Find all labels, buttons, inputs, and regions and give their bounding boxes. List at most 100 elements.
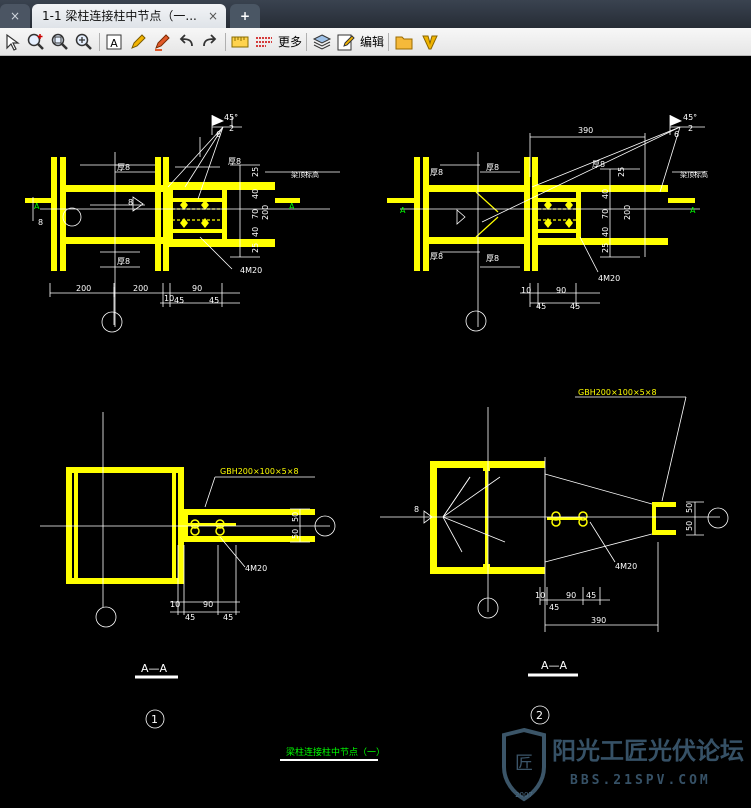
dim-label: 45 <box>209 296 219 305</box>
tab-label: 1-1 梁柱连接柱中节点（一... <box>42 9 197 23</box>
dim-label: 390 <box>591 616 606 625</box>
thickness-label: 厚8 <box>430 252 443 261</box>
detail-2: 390 45° 6 2 厚8 厚8 厚8 厚8 厚8 A A 梁顶标高 25 4… <box>387 113 708 332</box>
weld-code: 6 <box>674 130 679 139</box>
dim-label: 25 <box>617 167 626 177</box>
dim-label: 200 <box>261 205 270 220</box>
section-title: A—A <box>541 659 568 672</box>
zoom-extents-icon[interactable] <box>50 32 70 52</box>
watermark-year: 2007 <box>515 791 533 799</box>
dim-label: 90 <box>556 286 566 295</box>
vip-icon[interactable] <box>420 32 440 52</box>
plus-icon: + <box>239 9 251 23</box>
dim-label: 40 <box>251 227 260 237</box>
folder-icon[interactable] <box>394 32 414 52</box>
edit-icon[interactable] <box>336 32 356 52</box>
section-1: GBH200×100×5×8 50 50 10 90 45 45 4M20 A—… <box>40 412 336 729</box>
dim-label: 90 <box>192 284 202 293</box>
section-title: A—A <box>141 662 168 675</box>
svg-text:匠: 匠 <box>515 753 533 774</box>
sheet-title: 梁柱连接柱中节点（一） <box>286 746 385 758</box>
close-icon[interactable]: × <box>208 4 218 28</box>
tab-bar: × 1-1 梁柱连接柱中节点（一... × + <box>0 0 751 28</box>
toolbar-separator <box>306 33 307 51</box>
beam-elevation-label: 梁顶标高 <box>680 170 708 179</box>
weld-angle-label: 45° <box>683 113 697 122</box>
highlighter-icon[interactable] <box>152 32 172 52</box>
dim-label: 50 <box>685 503 694 513</box>
dim-label: 90 <box>203 600 213 609</box>
detail-1: 45° 6 2 厚8 厚8 厚8 8 8 A A 梁顶标高 25 40 70 4… <box>25 113 340 333</box>
dim-label: 200 <box>76 284 91 293</box>
dim-label: 50 <box>685 521 694 531</box>
dimension-icon[interactable] <box>254 32 274 52</box>
zoom-window-icon[interactable] <box>26 32 46 52</box>
select-icon[interactable] <box>2 32 22 52</box>
section-2: GBH200×100×5×8 8 50 50 10 90 45 45 390 4… <box>380 388 729 725</box>
weld-code: 2 <box>229 124 234 133</box>
bolt-spec-label: 4M20 <box>615 562 637 571</box>
dim-label: 45 <box>536 302 546 311</box>
watermark-name: 阳光工匠光伏论坛 <box>552 737 744 765</box>
thickness-label: 厚8 <box>486 163 499 172</box>
thickness-label: 厚8 <box>117 163 130 172</box>
tab-previous[interactable]: × <box>0 4 30 28</box>
beam-spec-label: GBH200×100×5×8 <box>578 388 657 397</box>
thickness-label: 厚8 <box>486 254 499 263</box>
weld-code: 6 <box>216 130 221 139</box>
dim-label: 50 <box>291 512 300 522</box>
dim-label: 25 <box>251 243 260 253</box>
dim-label: 25 <box>601 243 610 253</box>
thickness-label: 厚8 <box>592 160 605 169</box>
watermark-url: BBS.21SPV.COM <box>570 773 711 788</box>
tab-active-drawing[interactable]: 1-1 梁柱连接柱中节点（一... × <box>32 4 226 28</box>
beam-elevation-label: 梁顶标高 <box>291 170 319 179</box>
svg-text:A: A <box>110 37 118 50</box>
drawing-canvas[interactable]: 45° 6 2 厚8 厚8 厚8 8 8 A A 梁顶标高 25 40 70 4… <box>0 57 751 804</box>
toolbar: A 更多 编辑 <box>0 28 751 56</box>
undo-icon[interactable] <box>176 32 196 52</box>
beam-spec-label: GBH200×100×5×8 <box>220 467 299 476</box>
detail-number: 1 <box>151 713 158 726</box>
dim-label: 200 <box>623 205 632 220</box>
dim-label: 70 <box>601 209 610 219</box>
zoom-realtime-icon[interactable] <box>74 32 94 52</box>
dim-label: 45 <box>185 613 195 622</box>
new-tab-button[interactable]: + <box>230 4 260 28</box>
dim-label: 40 <box>251 189 260 199</box>
measure-icon[interactable] <box>230 32 250 52</box>
dim-label: 70 <box>251 209 260 219</box>
dim-label: 45 <box>570 302 580 311</box>
toolbar-separator <box>388 33 389 51</box>
forum-watermark: 匠 2007 阳光工匠光伏论坛 BBS.21SPV.COM <box>500 727 751 804</box>
section-mark: A <box>400 206 406 215</box>
section-mark: A <box>690 206 696 215</box>
edit-button[interactable]: 编辑 <box>360 32 384 52</box>
weld-size-label: 8 <box>414 505 419 514</box>
detail-number: 2 <box>536 709 543 722</box>
dim-label: 45 <box>586 591 596 600</box>
bolt-spec-label: 4M20 <box>245 564 267 573</box>
toolbar-separator <box>225 33 226 51</box>
dim-label: 45 <box>174 296 184 305</box>
redo-icon[interactable] <box>200 32 220 52</box>
dim-label: 40 <box>601 189 610 199</box>
toolbar-separator <box>99 33 100 51</box>
thickness-label: 厚8 <box>228 157 241 166</box>
section-mark: A <box>34 202 40 211</box>
thickness-label: 厚8 <box>430 168 443 177</box>
dim-label: 10 <box>164 294 174 303</box>
weld-angle-label: 45° <box>224 113 238 122</box>
dim-label: 45 <box>549 603 559 612</box>
dim-label: 40 <box>601 227 610 237</box>
dim-label: 10 <box>521 286 531 295</box>
dim-label: 45 <box>223 613 233 622</box>
text-icon[interactable]: A <box>104 32 124 52</box>
dim-label: 90 <box>566 591 576 600</box>
close-icon[interactable]: × <box>10 9 20 23</box>
dim-label: 390 <box>578 126 593 135</box>
pencil-icon[interactable] <box>128 32 148 52</box>
section-mark: A <box>289 202 295 211</box>
layers-icon[interactable] <box>312 32 332 52</box>
more-button[interactable]: 更多 <box>278 32 302 52</box>
